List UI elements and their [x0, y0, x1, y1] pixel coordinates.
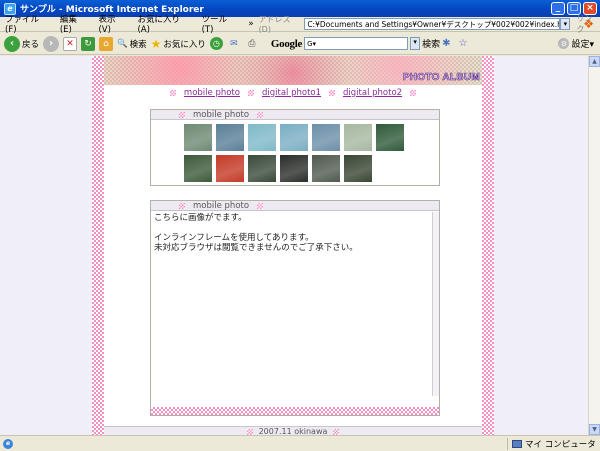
- forward-button[interactable]: ›: [43, 35, 60, 52]
- viewer-footer-pattern: [151, 407, 439, 415]
- photo-thumbnail[interactable]: [343, 123, 373, 152]
- bookmark-star-icon[interactable]: ☆: [459, 38, 468, 49]
- print-icon[interactable]: ⎙: [245, 37, 259, 51]
- menu-edit[interactable]: 編集(E): [55, 13, 94, 35]
- google-toolbar: Google G▾ ▾ 検索 ✱ ☆: [270, 37, 468, 50]
- refresh-icon[interactable]: ↻: [81, 36, 96, 51]
- gear-icon: ⚙: [558, 38, 570, 49]
- deco-square-icon: [179, 111, 185, 118]
- google-search-input[interactable]: G▾: [304, 37, 409, 50]
- page-status-icon: e: [3, 438, 13, 449]
- settings-button[interactable]: ⚙ 設定▾: [558, 37, 594, 50]
- address-label: アドレス(D): [258, 15, 291, 34]
- viewer-header: mobile photo: [151, 201, 439, 211]
- photo-thumbnail[interactable]: [311, 154, 341, 183]
- security-zone: マイ コンピュータ: [507, 437, 600, 450]
- photo-thumbnail[interactable]: [183, 154, 213, 183]
- nav-link-mobile-photo[interactable]: mobile photo: [184, 88, 240, 98]
- nav-link-digital-photo2[interactable]: digital photo2: [343, 88, 402, 98]
- header-banner: PHOTO ALBUM: [104, 56, 482, 85]
- photo-thumbnail[interactable]: [247, 123, 277, 152]
- menu-view[interactable]: 表示(V): [93, 13, 132, 35]
- photo-thumbnail[interactable]: [215, 154, 245, 183]
- album-title: PHOTO ALBUM: [402, 72, 480, 84]
- viewer-line: こちらに画像がでます。: [154, 213, 247, 223]
- viewer-line: 未対応ブラウザは閲覧できませんのでご了承下さい。: [154, 243, 358, 253]
- nav-link-digital-photo1[interactable]: digital photo1: [262, 88, 321, 98]
- deco-square-icon: [179, 202, 185, 209]
- status-bar: e マイ コンピュータ: [0, 435, 600, 451]
- inline-frame[interactable]: こちらに画像がでます。 インラインフレームを使用してあります。 未対応ブラウザは…: [151, 211, 439, 255]
- scroll-up-button[interactable]: ▲: [589, 56, 600, 67]
- address-field[interactable]: C:¥Documents and Settings¥Owner¥デスクトップ¥0…: [304, 18, 561, 30]
- zone-label: マイ コンピュータ: [525, 439, 596, 450]
- page-content: PHOTO ALBUM mobile photo digital photo1 …: [104, 56, 482, 435]
- menu-tools[interactable]: ツール(T): [197, 13, 244, 35]
- deco-square-icon: [246, 428, 253, 435]
- deco-square-icon: [257, 202, 264, 209]
- photo-thumbnail[interactable]: [311, 123, 341, 152]
- google-search-button[interactable]: 検索: [422, 37, 440, 50]
- gallery-header: mobile photo: [151, 110, 439, 120]
- address-value: C:¥Documents and Settings¥Owner¥デスクトップ¥0…: [307, 19, 561, 29]
- gallery-box: mobile photo: [150, 109, 440, 186]
- history-icon[interactable]: ◷: [209, 37, 223, 50]
- scroll-down-button[interactable]: ▼: [589, 424, 600, 435]
- computer-icon: [512, 439, 522, 448]
- settings-label: 設定▾: [571, 40, 594, 50]
- photo-thumbnail[interactable]: [215, 123, 245, 152]
- page-frame: PHOTO ALBUM mobile photo digital photo1 …: [92, 56, 494, 435]
- viewer-line: [154, 223, 436, 233]
- deco-square-icon: [169, 89, 176, 96]
- google-dropdown[interactable]: ▾: [410, 37, 421, 50]
- back-button[interactable]: ‹ 戻る: [4, 35, 40, 52]
- menu-file[interactable]: ファイル(F): [0, 13, 55, 35]
- favorites-label: お気に入り: [163, 39, 206, 50]
- vertical-scrollbar[interactable]: ▲ ▼: [588, 56, 600, 435]
- photo-thumbnail[interactable]: [343, 154, 373, 183]
- viewer-line: インラインフレームを使用してあります。: [154, 233, 314, 243]
- photo-thumbnail[interactable]: [279, 154, 309, 183]
- gallery-title: mobile photo: [193, 109, 250, 120]
- footer-text: 2007.11 okinawa: [258, 427, 328, 435]
- google-logo: Google: [270, 37, 303, 50]
- photo-thumbnail[interactable]: [375, 123, 405, 152]
- windows-logo-icon: ❖: [583, 17, 594, 31]
- back-arrow-icon: ‹: [4, 35, 20, 52]
- photo-thumbnail[interactable]: [247, 154, 277, 183]
- menu-overflow[interactable]: »: [243, 19, 258, 29]
- star-icon: ★: [150, 36, 162, 51]
- search-button[interactable]: 🔍 検索: [117, 38, 147, 50]
- google-input-value: G▾: [307, 39, 317, 48]
- google-options-icon[interactable]: ✱: [442, 38, 450, 49]
- search-label: 検索: [129, 39, 147, 50]
- minimize-button[interactable]: _: [551, 2, 565, 15]
- deco-square-icon: [333, 428, 340, 435]
- viewer-box: mobile photo こちらに画像がでます。 インラインフレームを使用してあ…: [150, 200, 440, 416]
- deco-square-icon: [257, 111, 264, 118]
- photo-thumbnail[interactable]: [279, 123, 309, 152]
- menu-favorites[interactable]: お気に入り(A): [132, 13, 196, 35]
- favorites-button[interactable]: ★ お気に入り: [151, 37, 206, 51]
- address-dropdown[interactable]: ▾: [560, 18, 571, 30]
- photo-thumbnail[interactable]: [183, 123, 213, 152]
- nav-bar: mobile photo digital photo1 digital phot…: [104, 87, 482, 98]
- deco-square-icon: [247, 89, 254, 96]
- toolbar: ‹ 戻る › ✕ ↻ ⌂ 🔍 検索 ★ お気に入り ◷ ✉ ⎙ Google G…: [0, 33, 600, 55]
- viewer-title: mobile photo: [193, 200, 250, 211]
- deco-square-icon: [410, 89, 417, 96]
- status-left: e: [0, 438, 507, 449]
- inline-frame-scrollbar[interactable]: [432, 212, 439, 396]
- deco-square-icon: [329, 89, 336, 96]
- mail-icon[interactable]: ✉: [227, 37, 241, 51]
- back-label: 戻る: [22, 39, 40, 50]
- home-icon[interactable]: ⌂: [99, 36, 114, 51]
- thumbnail-grid: [183, 123, 409, 183]
- browser-viewport: PHOTO ALBUM mobile photo digital photo1 …: [0, 56, 588, 435]
- stop-icon[interactable]: ✕: [63, 36, 78, 51]
- page-footer: 2007.11 okinawa: [104, 426, 482, 435]
- search-icon: 🔍: [117, 38, 128, 49]
- menu-bar: ファイル(F) 編集(E) 表示(V) お気に入り(A) ツール(T) » アド…: [0, 14, 600, 35]
